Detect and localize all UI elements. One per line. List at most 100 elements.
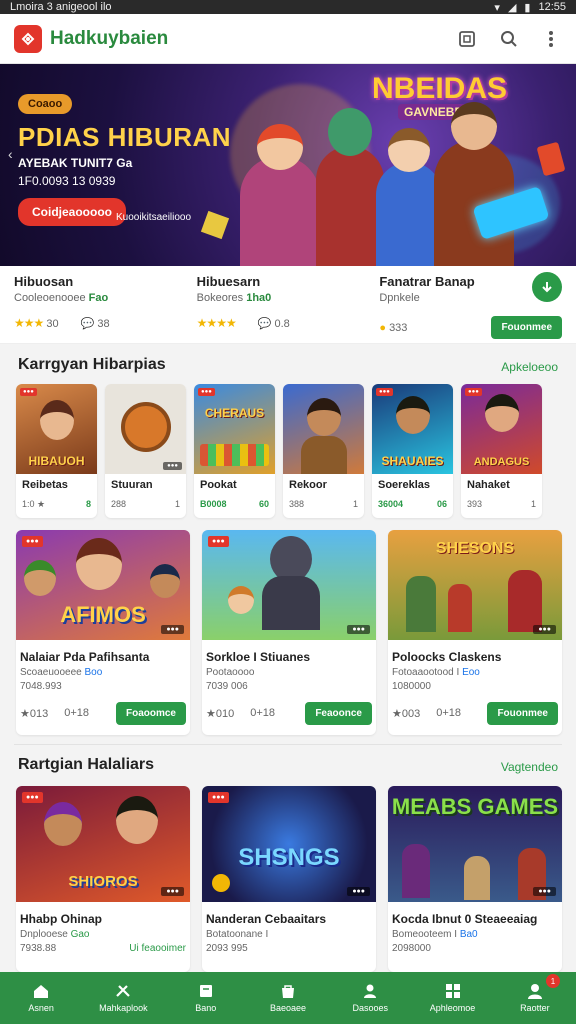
badge: ●●● xyxy=(22,792,43,803)
coins: ● 333 xyxy=(379,321,408,334)
card-subtitle: Botatoonane I xyxy=(206,929,269,940)
card-name: Reibetas xyxy=(22,479,68,491)
card-subtitle: Dnplooese Gao xyxy=(20,929,90,940)
card-name: Soereklas xyxy=(378,479,430,491)
card-action-button[interactable]: Foaoomce xyxy=(115,702,186,725)
chevron-left-icon[interactable]: ‹ xyxy=(8,146,13,162)
nav-item-apps[interactable]: Aphleomoe xyxy=(411,972,493,1024)
game-card-large[interactable]: ●●● SHIOROS ●●● Hhabp Ohinap Dnplooese G… xyxy=(16,786,190,972)
featured-row: Hibuosan Cooleoenooee Fao ★★★ 30 💬 38 Hi… xyxy=(0,266,576,344)
nav-item-library[interactable]: Bano xyxy=(165,972,247,1024)
card-count: 7938.88 xyxy=(20,943,57,954)
card-name: Kocda Ibnut 0 Steaeeaiag xyxy=(392,912,538,926)
card-name: Stuuran xyxy=(111,479,153,491)
game-card-large[interactable]: MEABS GAMES ●●● Kocda Ibnut 0 Steaeeaiag… xyxy=(388,786,562,972)
featured-subtitle: Bokeores 1ha0 xyxy=(196,292,272,304)
bottom-navigation: Asnen Mahkaplook Bano Baeoaee Dasooes Ap… xyxy=(0,972,576,1024)
section-more-link-1[interactable]: Apkeloeoo xyxy=(501,360,558,374)
people-icon xyxy=(364,984,377,998)
more-menu-icon[interactable] xyxy=(540,28,562,50)
hero-character-1 xyxy=(240,124,320,266)
game-card-small[interactable]: ●●● CHERAUS Pookat B0008 60 xyxy=(194,384,275,518)
card-name: Sorkloe I Stiuanes xyxy=(206,650,311,664)
game-card-small[interactable]: ●●● SHAUAIES Soereklas 36004 06 xyxy=(372,384,453,518)
hero-character-2 xyxy=(316,108,384,266)
library-icon[interactable] xyxy=(456,28,478,50)
game-card-large[interactable]: ●●● ●●● Sorkloe I Stiuanes Pootaoooo 703… xyxy=(202,530,376,735)
chip: ●●● xyxy=(347,887,370,896)
signal-icon: ◢ xyxy=(507,1,517,14)
game-card-large[interactable]: SHESONS ●●● Poloocks Claskens Fotoaaooto… xyxy=(388,530,562,735)
hero-item-gem xyxy=(200,210,230,240)
card-action-button[interactable]: Feaoonce xyxy=(305,702,372,725)
card-action-button[interactable]: Fouonmee xyxy=(487,702,558,725)
featured-title: Hibuosan xyxy=(14,274,74,289)
game-card-small[interactable]: ●●● Stuuran 288 1 xyxy=(105,384,186,518)
card-count: 7048.993 xyxy=(20,681,62,692)
hero-subtitle: AYEBAK TUNIT7 Ga xyxy=(18,156,133,170)
featured-item[interactable]: Hibuosan Cooleoenooee Fao ★★★ 30 💬 38 xyxy=(14,266,197,343)
card-art-text: SHSNGS xyxy=(238,844,340,871)
card-art-text: SHESONS xyxy=(435,540,515,557)
nav-item-community[interactable]: Dasooes xyxy=(329,972,411,1024)
battery-icon: ▮ xyxy=(524,1,531,14)
clock-icon xyxy=(121,402,171,452)
card-name: Nahaket xyxy=(467,479,510,491)
card-art-text: HIBAUOH xyxy=(28,454,85,468)
game-card-large[interactable]: ●●● SHSNGS ●●● Nanderan Cebaaitars Botat… xyxy=(202,786,376,972)
hero-tag: Coaoo xyxy=(18,94,73,114)
status-time: 12:55 xyxy=(538,1,566,13)
featured-subtitle: Cooleoenooee Fao xyxy=(14,292,109,304)
featured-action-button[interactable]: Fouonmee xyxy=(491,316,563,339)
app-brand: Hadkuybaien xyxy=(50,27,169,49)
search-icon[interactable] xyxy=(498,28,520,50)
card-name: Rekoor xyxy=(289,479,327,491)
notification-badge: 1 xyxy=(545,974,560,988)
card-extra-link[interactable]: Ui feaooimer xyxy=(129,943,186,954)
hero-character-3 xyxy=(376,128,442,266)
hero-cta-button[interactable]: Coidjeaooooo xyxy=(18,198,126,226)
section-title-1: Karrgyan Hibarpias xyxy=(18,356,166,373)
book-icon xyxy=(199,985,212,997)
featured-title: Hibuesarn xyxy=(196,274,261,289)
featured-item[interactable]: Fanatrar Banap Dpnkele ● 333 Fouonmee xyxy=(379,266,563,343)
card-count: 2098000 xyxy=(392,943,431,954)
card-art-text: MEABS GAMES xyxy=(391,794,559,819)
tools-icon xyxy=(116,985,131,997)
divider xyxy=(14,744,562,745)
card-count: 7039 006 xyxy=(206,681,248,692)
download-icon[interactable] xyxy=(532,272,563,302)
card-count: 1080000 xyxy=(392,681,431,692)
coin-icon xyxy=(212,874,230,892)
badge: ●●● xyxy=(208,792,229,803)
nav-item-profile[interactable]: Raotter 1 xyxy=(494,972,576,1024)
comments: 💬 0.8 xyxy=(257,317,290,330)
card-art-text: CHERAUS xyxy=(204,406,265,420)
status-icons: ▾ ◢ ▮ 12:55 xyxy=(494,1,566,14)
game-card-large[interactable]: ●●● AFIMOS ●●● Nalaiar Pda Pafihsanta Sc… xyxy=(16,530,190,735)
chip: ●●● xyxy=(533,625,556,634)
status-bar: Lmoira 3 anigeool ilo ▾ ◢ ▮ 12:55 xyxy=(0,0,576,14)
home-icon xyxy=(34,985,49,998)
hero-link[interactable]: Kuooikitsaeiliooo xyxy=(116,212,191,223)
card-name: Nanderan Cebaaitars xyxy=(206,912,327,926)
nav-item-marketplace[interactable]: Mahkaplook xyxy=(82,972,164,1024)
wifi-icon: ▾ xyxy=(494,1,500,14)
hero-banner[interactable]: ‹ Coaoo PDIAS HIBURAN AYEBAK TUNIT7 Ga 1… xyxy=(0,64,576,266)
big-card-row-1: ●●● AFIMOS ●●● Nalaiar Pda Pafihsanta Sc… xyxy=(16,530,562,735)
game-card-small[interactable]: ●●● ANDAGUS Nahaket 393 1 xyxy=(461,384,542,518)
game-card-small[interactable]: ●●● HIBAUOH Reibetas 1:0 ★ 8 xyxy=(16,384,97,518)
badge: ●●● xyxy=(376,388,393,396)
card-name: Poloocks Claskens xyxy=(392,650,502,664)
featured-item[interactable]: Hibuesarn Bokeores 1ha0 ★★★★ 💬 0.8 xyxy=(197,266,380,343)
badge: ●●● xyxy=(465,388,482,396)
card-subtitle: Bomeooteem I Ba0 xyxy=(392,929,478,940)
nav-item-home[interactable]: Asnen xyxy=(0,972,82,1024)
card-count: 2093 995 xyxy=(206,943,248,954)
comment-icon: 💬 xyxy=(80,317,95,330)
section-more-link-2[interactable]: Vagtendeo xyxy=(501,760,558,774)
game-card-small[interactable]: Rekoor 388 1 xyxy=(283,384,364,518)
card-subtitle: Scoaeuooeee Boo xyxy=(20,667,103,678)
card-name: Hhabp Ohinap xyxy=(20,912,102,926)
nav-item-store[interactable]: Baeoaee xyxy=(247,972,329,1024)
